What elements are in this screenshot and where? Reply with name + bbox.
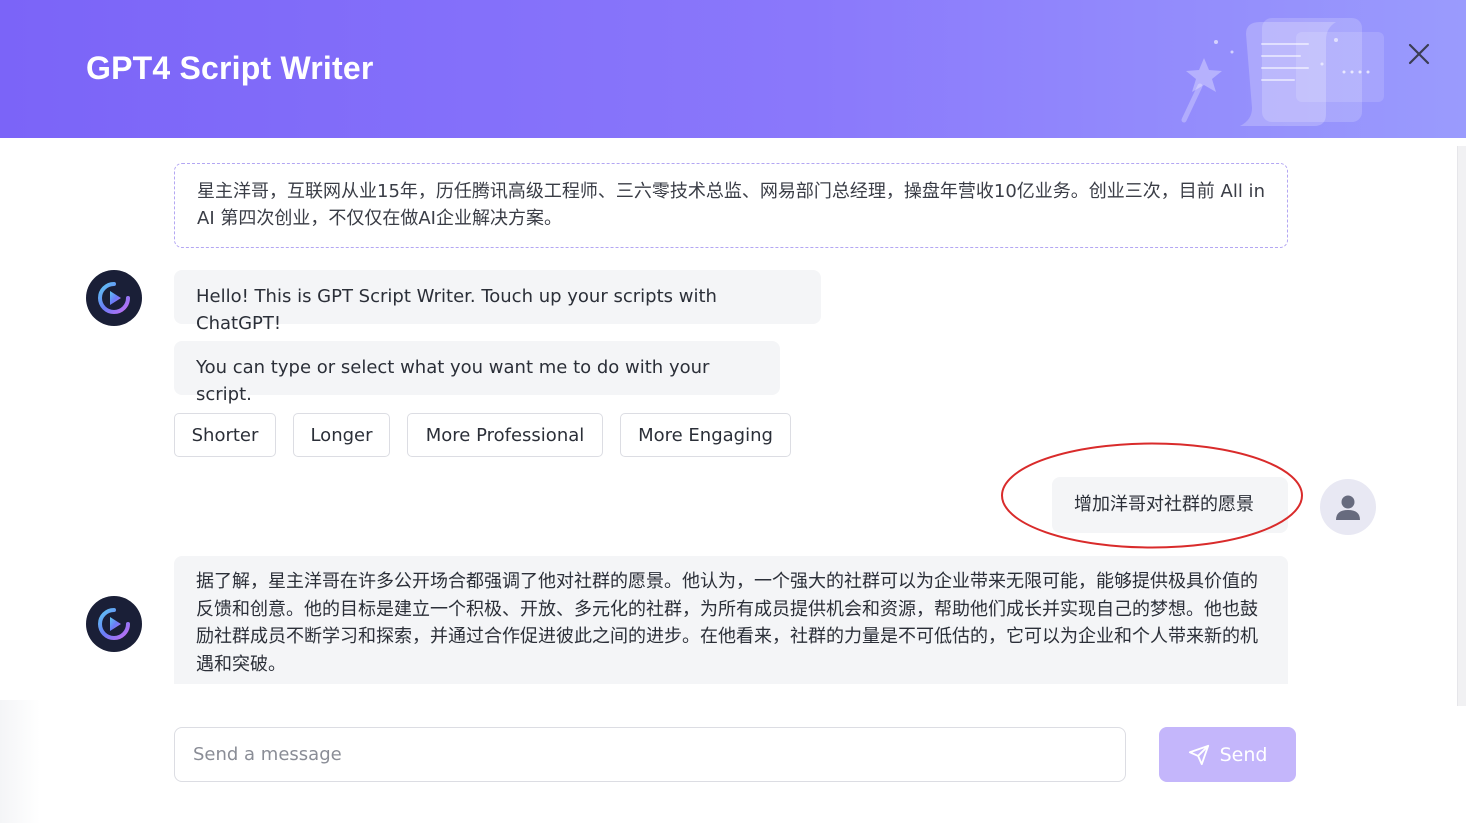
play-logo-icon [98, 608, 130, 640]
script-scroll-illustration [1181, 18, 1384, 126]
bot-reply-message: 据了解，星主洋哥在许多公开场合都强调了他对社群的愿景。他认为，一个强大的社群可以… [174, 556, 1288, 684]
chat-history[interactable]: 星主洋哥，互联网从业15年，历任腾讯高级工程师、三六零技术总监、网易部门总经理，… [0, 138, 1456, 684]
user-icon [1336, 495, 1360, 520]
option-longer-button[interactable]: Longer [293, 413, 390, 457]
script-writer-modal: GPT4 Script Writer 星主洋哥，互联网从业15年，历任腾讯高级工… [0, 0, 1466, 823]
modal-header: GPT4 Script Writer [0, 0, 1466, 138]
message-input[interactable] [174, 727, 1126, 782]
script-context-box: 星主洋哥，互联网从业15年，历任腾讯高级工程师、三六零技术总监、网易部门总经理，… [174, 163, 1288, 248]
chat-scrollbar[interactable] [1457, 146, 1466, 706]
send-button[interactable]: Send [1159, 727, 1296, 782]
close-button[interactable] [1402, 37, 1436, 71]
option-more-engaging-button[interactable]: More Engaging [620, 413, 791, 457]
send-icon [1188, 744, 1209, 765]
background-page-edge [0, 700, 40, 823]
modal-title: GPT4 Script Writer [86, 50, 374, 86]
play-logo-icon [98, 282, 130, 314]
bot-avatar [86, 270, 142, 326]
option-shorter-button[interactable]: Shorter [174, 413, 276, 457]
send-label: Send [1219, 743, 1268, 766]
option-more-professional-button[interactable]: More Professional [407, 413, 603, 457]
user-avatar [1320, 479, 1376, 535]
bot-avatar [86, 596, 142, 652]
close-icon [1408, 43, 1430, 65]
user-message: 增加洋哥对社群的愿景 [1052, 477, 1288, 533]
bot-greeting-message: Hello! This is GPT Script Writer. Touch … [174, 270, 821, 334]
bot-prompt-message: You can type or select what you want me … [174, 341, 780, 405]
